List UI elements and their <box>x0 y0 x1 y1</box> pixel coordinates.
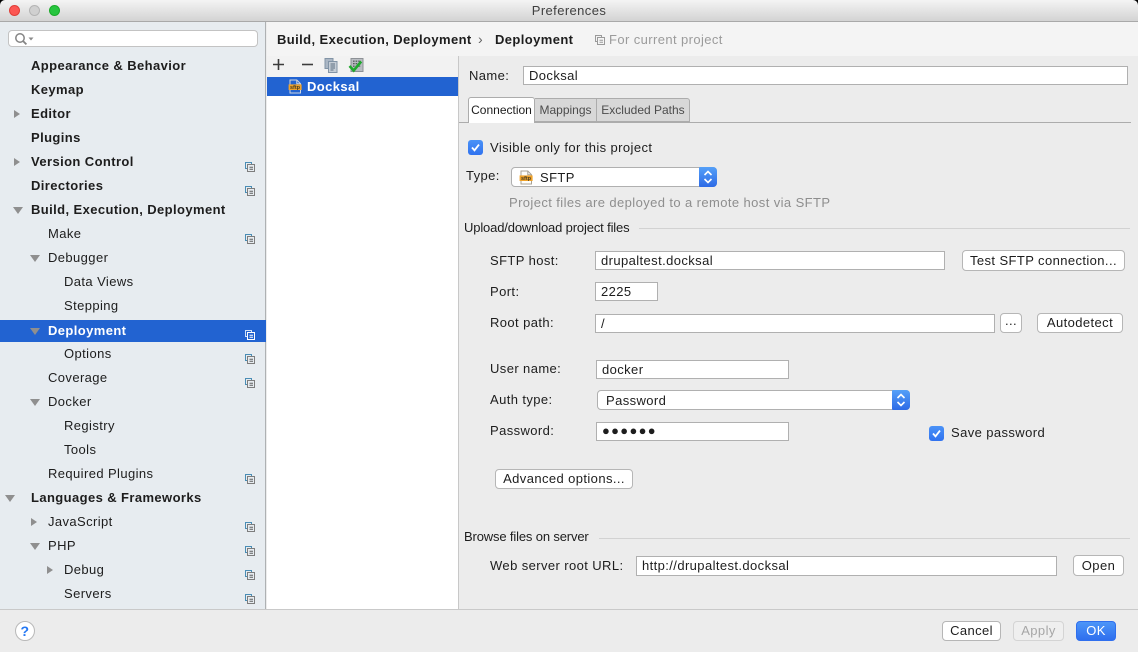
svg-text:sftp: sftp <box>521 176 532 182</box>
svg-text:sftp: sftp <box>290 85 301 91</box>
